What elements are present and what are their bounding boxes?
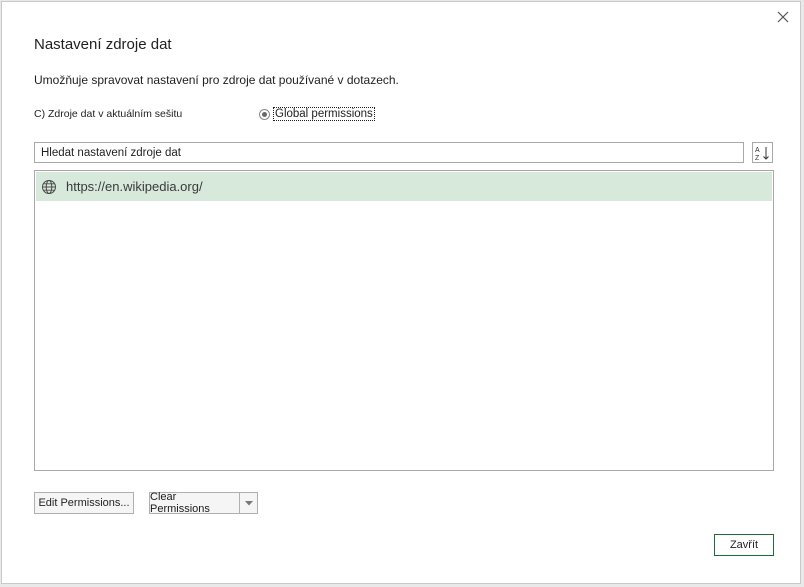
search-input[interactable]: Hledat nastavení zdroje dat (34, 142, 744, 163)
data-source-url: https://en.wikipedia.org/ (66, 179, 203, 194)
svg-text:A: A (755, 147, 760, 154)
list-item[interactable]: https://en.wikipedia.org/ (36, 172, 772, 201)
global-permissions-label: Global permissions (273, 107, 375, 121)
close-button[interactable]: Zavřít (714, 534, 774, 556)
clear-permissions-split-button: Clear Permissions (149, 491, 258, 515)
data-source-list: https://en.wikipedia.org/ (34, 170, 774, 471)
dialog-description: Umožňuje spravovat nastavení pro zdroje … (34, 73, 399, 87)
chevron-down-icon (244, 500, 253, 505)
clear-permissions-button[interactable]: Clear Permissions (149, 491, 240, 515)
sort-az-button[interactable]: A Z (752, 142, 773, 163)
sort-az-icon: A Z (755, 146, 769, 161)
radio-button[interactable] (259, 108, 270, 120)
globe-icon (42, 179, 56, 194)
dialog-title: Nastavení zdroje dat (34, 36, 172, 53)
current-workbook-label: C) Zdroje dat v aktuálním sešitu (34, 108, 183, 120)
global-permissions-option[interactable]: Global permissions (259, 107, 375, 121)
current-workbook-option[interactable]: C) Zdroje dat v aktuálním sešitu (34, 108, 182, 120)
data-source-settings-dialog: Nastavení zdroje dat Umožňuje spravovat … (1, 1, 801, 584)
edit-permissions-button[interactable]: Edit Permissions... (34, 492, 134, 514)
svg-text:Z: Z (755, 155, 760, 161)
radio-selected-dot (262, 111, 267, 117)
clear-permissions-dropdown[interactable] (240, 492, 258, 514)
close-icon[interactable] (774, 8, 792, 26)
